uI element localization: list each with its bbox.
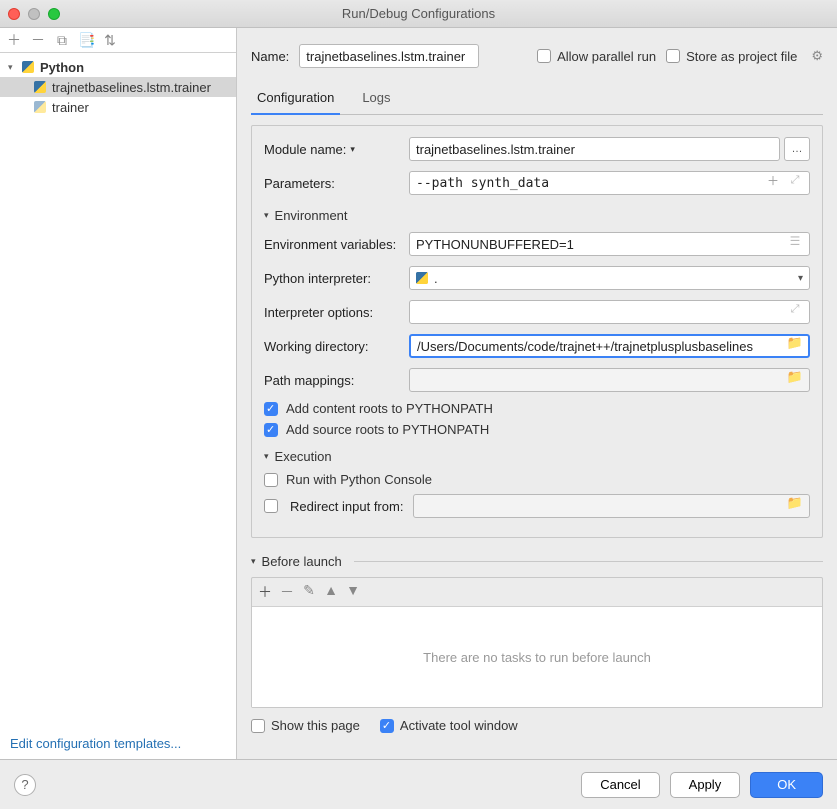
redirect-input-field bbox=[413, 494, 810, 518]
execution-header-label: Execution bbox=[275, 449, 332, 464]
interpreter-opts-label: Interpreter options: bbox=[264, 305, 409, 320]
ok-button[interactable]: OK bbox=[750, 772, 823, 798]
store-project-label: Store as project file bbox=[686, 49, 797, 64]
tree-group-label: Python bbox=[40, 60, 84, 75]
store-project-check[interactable] bbox=[666, 49, 680, 63]
move-down-icon: ▼ bbox=[346, 582, 360, 602]
sort-icon[interactable]: ⇅ bbox=[102, 32, 118, 49]
copy-config-icon[interactable]: ⧉ bbox=[54, 32, 70, 49]
module-name-input[interactable] bbox=[409, 137, 780, 161]
apply-button[interactable]: Apply bbox=[670, 772, 741, 798]
parameters-label: Parameters: bbox=[264, 176, 409, 191]
titlebar: Run/Debug Configurations bbox=[0, 0, 837, 28]
move-up-icon: ▲ bbox=[324, 582, 338, 602]
interpreter-value: . bbox=[434, 271, 438, 286]
parameters-input[interactable] bbox=[409, 171, 810, 195]
before-launch-empty: There are no tasks to run before launch bbox=[252, 607, 822, 707]
allow-parallel-checkbox[interactable]: Allow parallel run bbox=[537, 49, 656, 64]
before-launch-section[interactable]: ▾ Before launch bbox=[251, 554, 823, 569]
allow-parallel-check[interactable] bbox=[537, 49, 551, 63]
folder-icon: 📁 bbox=[786, 494, 804, 512]
add-task-icon[interactable]: ＋ bbox=[258, 582, 272, 602]
name-label: Name: bbox=[251, 49, 289, 64]
before-launch-box: ＋ － ✎ ▲ ▼ There are no tasks to run befo… bbox=[251, 577, 823, 708]
config-tree-panel: ＋ － ⧉ 📑 ⇅ ▾ Python trajnetbaselines.lstm… bbox=[0, 28, 237, 759]
footer: ? Cancel Apply OK bbox=[0, 759, 837, 809]
tree-item-label: trainer bbox=[52, 100, 89, 115]
folder-icon: 📁 bbox=[786, 368, 804, 386]
show-page-check[interactable] bbox=[251, 719, 265, 733]
browse-module-button[interactable]: … bbox=[784, 137, 810, 161]
chevron-down-icon: ▾ bbox=[264, 451, 269, 462]
tab-logs[interactable]: Logs bbox=[356, 84, 396, 114]
path-mappings-label: Path mappings: bbox=[264, 373, 409, 388]
activate-tool-checkbox[interactable]: Activate tool window bbox=[380, 718, 518, 733]
python-icon bbox=[416, 272, 428, 284]
cancel-button[interactable]: Cancel bbox=[581, 772, 659, 798]
redirect-input-label: Redirect input from: bbox=[290, 499, 403, 514]
tab-configuration[interactable]: Configuration bbox=[251, 84, 340, 115]
tree-item-label: trajnetbaselines.lstm.trainer bbox=[52, 80, 211, 95]
remove-task-icon: － bbox=[280, 582, 294, 602]
show-page-checkbox[interactable]: Show this page bbox=[251, 718, 360, 733]
interpreter-dropdown[interactable]: . ▾ bbox=[409, 266, 810, 290]
edit-task-icon: ✎ bbox=[302, 582, 316, 602]
help-button[interactable]: ? bbox=[14, 774, 36, 796]
env-vars-label: Environment variables: bbox=[264, 237, 409, 252]
chevron-down-icon: ▾ bbox=[798, 273, 803, 284]
allow-parallel-label: Allow parallel run bbox=[557, 49, 656, 64]
remove-config-icon[interactable]: － bbox=[30, 30, 46, 50]
run-console-check[interactable] bbox=[264, 473, 278, 487]
tree-item-trainer[interactable]: trainer bbox=[0, 97, 236, 117]
add-source-roots-label: Add source roots to PYTHONPATH bbox=[286, 422, 489, 437]
chevron-down-icon: ▾ bbox=[251, 556, 256, 567]
environment-section[interactable]: ▾ Environment bbox=[264, 208, 810, 223]
activate-tool-check[interactable] bbox=[380, 719, 394, 733]
list-icon[interactable]: ☰ bbox=[786, 232, 804, 250]
tree-item-trainer-lstm[interactable]: trajnetbaselines.lstm.trainer bbox=[0, 77, 236, 97]
python-icon bbox=[32, 99, 48, 115]
window-title: Run/Debug Configurations bbox=[0, 6, 837, 21]
save-layout-icon[interactable]: 📑 bbox=[78, 32, 94, 49]
working-dir-input[interactable] bbox=[409, 334, 810, 358]
before-launch-label: Before launch bbox=[262, 554, 342, 569]
folder-icon[interactable]: 📁 bbox=[786, 334, 804, 352]
insert-macro-icon[interactable]: ＋ bbox=[764, 171, 782, 189]
working-dir-label: Working directory: bbox=[264, 339, 409, 354]
chevron-down-icon: ▾ bbox=[264, 210, 269, 221]
redirect-input-check[interactable] bbox=[264, 499, 278, 513]
interpreter-label: Python interpreter: bbox=[264, 271, 409, 286]
activate-tool-label: Activate tool window bbox=[400, 718, 518, 733]
store-project-checkbox[interactable]: Store as project file bbox=[666, 49, 797, 64]
tree-group-python[interactable]: ▾ Python bbox=[0, 57, 236, 77]
add-content-roots-check[interactable] bbox=[264, 402, 278, 416]
expand-icon[interactable]: ⤢ bbox=[786, 171, 804, 189]
environment-header-label: Environment bbox=[275, 208, 348, 223]
module-name-label: Module name: bbox=[264, 142, 346, 157]
chevron-down-icon: ▾ bbox=[8, 62, 18, 73]
add-source-roots-check[interactable] bbox=[264, 423, 278, 437]
python-icon bbox=[32, 79, 48, 95]
add-config-icon[interactable]: ＋ bbox=[6, 30, 22, 50]
expand-icon[interactable]: ⤢ bbox=[786, 300, 804, 318]
tree-toolbar: ＋ － ⧉ 📑 ⇅ bbox=[0, 28, 236, 53]
show-page-label: Show this page bbox=[271, 718, 360, 733]
env-vars-input[interactable] bbox=[409, 232, 810, 256]
run-console-label: Run with Python Console bbox=[286, 472, 432, 487]
configuration-form: Module name: ▾ … Parameters: ＋ ⤢ bbox=[251, 125, 823, 538]
add-content-roots-label: Add content roots to PYTHONPATH bbox=[286, 401, 493, 416]
config-tabs: Configuration Logs bbox=[251, 84, 823, 115]
gear-icon[interactable]: ⚙ bbox=[811, 48, 823, 64]
interpreter-opts-input[interactable] bbox=[409, 300, 810, 324]
path-mappings-input bbox=[409, 368, 810, 392]
name-input[interactable] bbox=[299, 44, 479, 68]
python-icon bbox=[20, 59, 36, 75]
content-panel: Name: Allow parallel run Store as projec… bbox=[237, 28, 837, 759]
edit-templates-link[interactable]: Edit configuration templates... bbox=[0, 728, 236, 759]
execution-section[interactable]: ▾ Execution bbox=[264, 449, 810, 464]
chevron-down-icon[interactable]: ▾ bbox=[350, 144, 355, 155]
